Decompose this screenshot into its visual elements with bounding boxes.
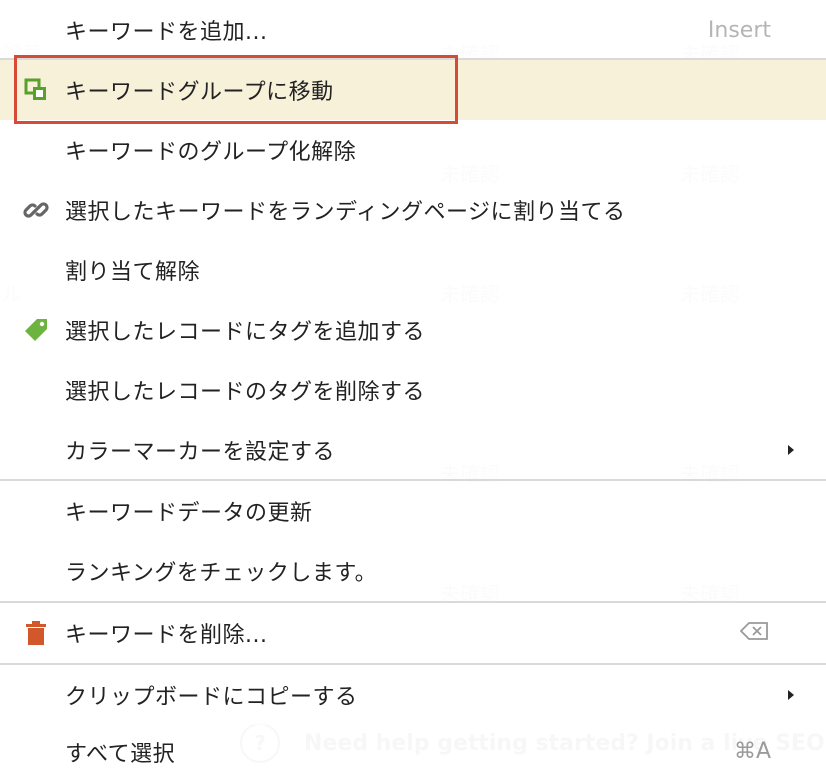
focus-highlight-box [14,55,458,124]
menu-item-label: クリップボードにコピーする [65,685,358,710]
menu-item-ungroup[interactable]: キーワードのグループ化解除 [0,120,826,180]
menu-item-check-ranking[interactable]: ランキングをチェックします。 [0,541,826,601]
menu-item-label: キーワードのグループ化解除 [65,140,357,165]
menu-item-label: 選択したレコードのタグを削除する [65,380,426,405]
menu-item-label: キーワードデータの更新 [65,501,313,526]
menu-item-add-tag[interactable]: 選択したレコードにタグを追加する [0,300,826,360]
menu-item-unassign[interactable]: 割り当て解除 [0,240,826,300]
menu-item-label: 選択したレコードにタグを追加する [65,320,426,345]
menu-item-label: すべて選択 [65,741,176,767]
context-menu: キーワードを追加... Insert キーワードグループに移動 キーワードのグル… [0,0,826,778]
menu-item-delete-keyword[interactable]: キーワードを削除... [0,603,826,663]
trash-icon [22,619,50,647]
submenu-arrow-icon [788,445,794,455]
delete-key-icon [739,621,768,646]
menu-item-label: キーワードを追加... [65,20,268,45]
tag-icon [22,316,50,344]
menu-item-shortcut: ⌘A [733,739,771,764]
menu-item-label: 割り当て解除 [65,260,201,285]
menu-item-label: カラーマーカーを設定する [65,440,336,465]
menu-item-label: キーワードを削除... [65,623,268,648]
menu-item-label: 選択したキーワードをランディングページに割り当てる [65,200,626,225]
menu-item-copy-clipboard[interactable]: クリップボードにコピーする [0,665,826,725]
menu-item-label: ランキングをチェックします。 [65,561,378,586]
menu-item-update-keyword-data[interactable]: キーワードデータの更新 [0,481,826,541]
menu-item-shortcut: Insert [707,17,771,43]
menu-item-assign-landing-page[interactable]: 選択したキーワードをランディングページに割り当てる [0,180,826,240]
submenu-arrow-icon [788,690,794,700]
menu-item-color-marker[interactable]: カラーマーカーを設定する [0,420,826,480]
menu-item-remove-tag[interactable]: 選択したレコードのタグを削除する [0,360,826,420]
link-icon [22,196,50,224]
menu-item-select-all[interactable]: すべて選択 ⌘A [0,725,826,778]
menu-item-add-keyword[interactable]: キーワードを追加... Insert [0,0,826,60]
